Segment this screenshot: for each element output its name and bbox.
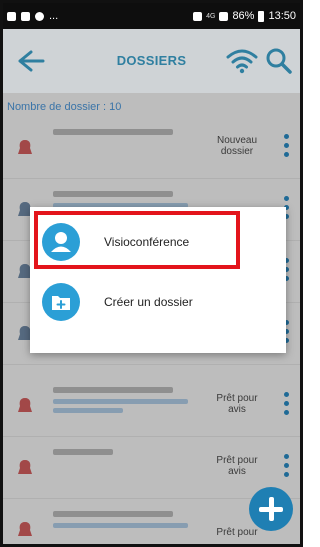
count-label: Nombre de dossier : bbox=[7, 101, 107, 113]
app-bar: DOSSIERS bbox=[3, 29, 300, 93]
battery-percentage: 86% bbox=[232, 10, 255, 22]
person-icon bbox=[18, 398, 32, 412]
network-type-label: 4G bbox=[206, 12, 216, 20]
list-item[interactable] bbox=[3, 365, 300, 375]
status-bar: ... 4G 86% 13:50 bbox=[3, 3, 300, 29]
battery-icon bbox=[258, 10, 265, 22]
list-item[interactable]: Nouveau dossier bbox=[3, 117, 300, 179]
dossier-status: Prêt pour avis bbox=[216, 393, 258, 415]
person-icon bbox=[18, 522, 32, 536]
app-notification-icon bbox=[21, 11, 30, 21]
person-icon bbox=[18, 460, 32, 474]
search-icon[interactable] bbox=[265, 47, 293, 75]
dossier-detail bbox=[53, 523, 188, 528]
status-overflow-text: ... bbox=[49, 10, 59, 22]
dossier-name bbox=[53, 511, 173, 517]
phone-frame: ... 4G 86% 13:50 DOSSIERS Nombre de doss… bbox=[0, 0, 303, 547]
list-item[interactable]: Prêt pour avis bbox=[3, 375, 300, 437]
more-options-icon[interactable] bbox=[281, 133, 293, 159]
more-options-icon[interactable] bbox=[281, 391, 293, 417]
visioconference-option[interactable]: Visioconférence bbox=[30, 211, 286, 275]
count-value: 10 bbox=[109, 101, 122, 113]
message-icon bbox=[35, 11, 44, 21]
user-icon bbox=[42, 223, 80, 261]
dossier-name bbox=[53, 387, 173, 393]
dossier-name bbox=[53, 449, 113, 455]
visioconference-label: Visioconférence bbox=[104, 235, 190, 249]
create-dossier-option[interactable]: Créer un dossier bbox=[30, 283, 286, 349]
list-item[interactable]: Prêt pour avis bbox=[3, 437, 300, 499]
notification-icon bbox=[7, 11, 16, 21]
folder-plus-icon bbox=[42, 283, 80, 321]
dossier-count: Nombre de dossier : 10 bbox=[7, 101, 121, 113]
dossier-name bbox=[53, 191, 173, 197]
person-icon bbox=[18, 140, 32, 154]
signal-icon bbox=[219, 11, 229, 21]
add-dossier-button[interactable] bbox=[249, 487, 293, 531]
action-dialog: Visioconférence Créer un dossier bbox=[30, 207, 286, 353]
dossier-status: Nouveau dossier bbox=[216, 135, 258, 157]
clock: 13:50 bbox=[268, 10, 296, 22]
dossier-detail bbox=[53, 399, 188, 404]
more-options-icon[interactable] bbox=[281, 453, 293, 479]
dossier-detail bbox=[53, 408, 123, 413]
dossier-name bbox=[53, 129, 173, 135]
dossier-status: Prêt pour bbox=[216, 527, 258, 538]
wifi-icon[interactable] bbox=[225, 47, 259, 75]
create-dossier-label: Créer un dossier bbox=[104, 295, 193, 309]
dossier-status: Prêt pour avis bbox=[216, 455, 258, 477]
alarm-icon bbox=[193, 11, 203, 21]
